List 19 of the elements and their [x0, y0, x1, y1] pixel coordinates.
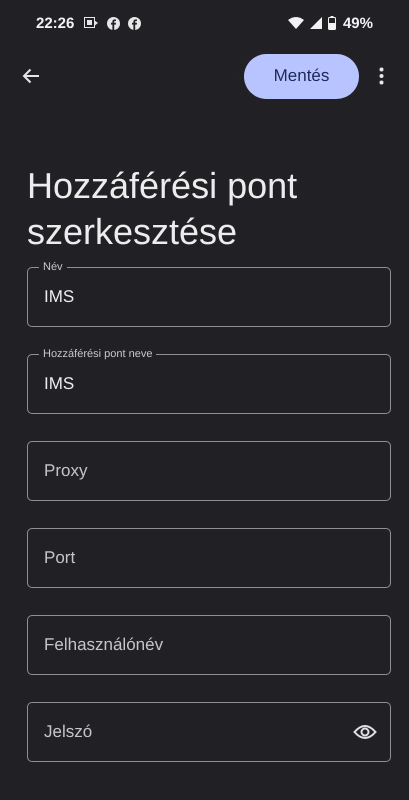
facebook-icon: [107, 16, 120, 30]
signal-icon: [310, 17, 322, 29]
page-title: Hozzáférési pont szerkesztése: [27, 164, 298, 254]
battery-icon: [328, 16, 336, 30]
field-label: Név: [39, 261, 67, 273]
password-field[interactable]: Jelszó: [27, 702, 391, 762]
status-time: 22:26: [36, 14, 74, 32]
input-field[interactable]: Felhasználónév: [27, 615, 391, 675]
wifi-icon: [288, 17, 304, 29]
save-button[interactable]: Mentés: [244, 54, 359, 98]
input-field[interactable]: Port: [27, 528, 391, 588]
more-options-icon[interactable]: [379, 67, 384, 85]
input-field[interactable]: Proxy: [27, 441, 391, 501]
photo-notification-icon: [84, 17, 100, 29]
battery-percentage: 49%: [342, 14, 373, 32]
field-label: Hozzáférési pont neve: [39, 348, 156, 360]
facebook-icon: [128, 16, 142, 30]
back-arrow-icon[interactable]: [22, 68, 40, 84]
eye-icon[interactable]: [353, 724, 377, 740]
